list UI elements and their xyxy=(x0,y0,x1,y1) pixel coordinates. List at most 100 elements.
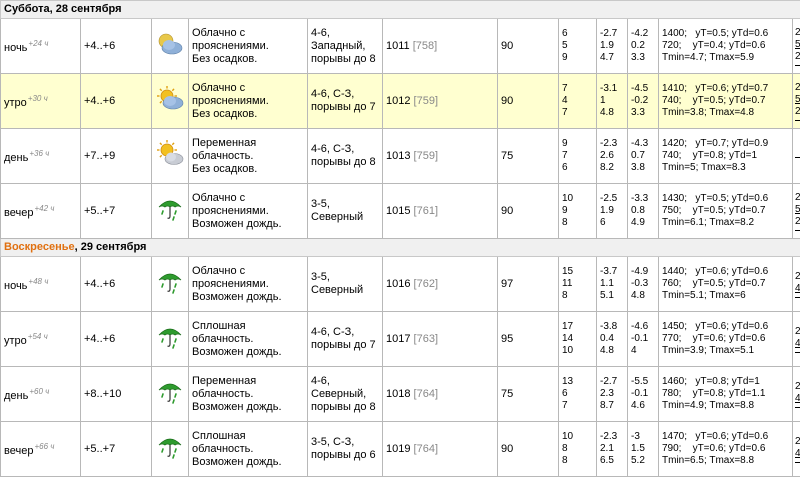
param-cell-c2: -3.80.44.8 xyxy=(597,312,628,367)
value-line: 1460; уT=0.8; уTd=1 xyxy=(662,376,789,388)
day-date: , 29 сентября xyxy=(75,241,147,253)
value-line: прояснениями. xyxy=(192,95,304,108)
param-cell-c1: 1088 xyxy=(559,422,597,477)
value-line: 790; уT=0.6; уTd=0.6 xyxy=(662,443,789,455)
param-cell-c5: 2449 xyxy=(793,257,800,312)
value-line: 9 xyxy=(562,205,593,217)
value-line: 3.8 xyxy=(631,162,655,174)
value-line: 1.5 xyxy=(631,443,655,455)
value-line: -0.2 xyxy=(631,95,655,107)
param-cell-c4: 1440; уT=0.6; уTd=0.6760; уT=0.5; уTd=0.… xyxy=(659,257,793,312)
param-cell-c5: 2145 xyxy=(793,367,800,422)
value-line: 13 xyxy=(562,376,593,388)
value-line: прояснениями. xyxy=(192,278,304,291)
param-cell-c1: 1367 xyxy=(559,367,597,422)
time-of-day-cell: утро+54 ч xyxy=(1,312,81,367)
value-line: 49 xyxy=(795,283,800,295)
humidity: 97 xyxy=(501,278,513,290)
humidity-cell: 97 xyxy=(498,257,559,312)
value-line: 5 xyxy=(562,40,593,52)
value-line: 9 xyxy=(562,52,593,64)
value-line: 5.2 xyxy=(631,455,655,467)
forecast-row: утро+54 ч+4..+6Сплошнаяоблачность.Возмож… xyxy=(1,312,800,367)
value-line: 4.8 xyxy=(600,107,624,119)
forecast-offset: +60 ч xyxy=(29,387,49,396)
pressure-value: 1013 xyxy=(386,150,410,162)
param-cell-c4: 1470; уT=0.6; уTd=0.6790; уT=0.6; уTd=0.… xyxy=(659,422,793,477)
param-cell-c4: 1420; уT=0.7; уTd=0.9740; уT=0.8; уTd=1T… xyxy=(659,129,793,184)
value-line: 6.5 xyxy=(600,455,624,467)
value-line: порывы до 8 xyxy=(311,53,379,66)
pressure-cell: 1016 [762] xyxy=(383,257,498,312)
time-of-day-cell: вечер+42 ч xyxy=(1,184,81,239)
value-line: 8 xyxy=(562,455,593,467)
divider-line xyxy=(795,407,800,408)
value-line: 17 xyxy=(562,321,593,333)
value-line: 14 xyxy=(562,333,593,345)
value-line: 8 xyxy=(562,290,593,302)
description-cell: Облачно спрояснениями.Без осадков. xyxy=(189,19,308,74)
forecast-offset: +42 ч xyxy=(34,204,54,213)
time-of-day: ночь xyxy=(4,42,27,54)
pressure-cell: 1011 [758] xyxy=(383,19,498,74)
value-line: 1.1 xyxy=(600,278,624,290)
value-line: 2.3 xyxy=(600,388,624,400)
value-line: Tmin=3.8; Tmax=4.8 xyxy=(662,107,789,119)
param-cell-c1: 747 xyxy=(559,74,597,129)
time-of-day-cell: день+36 ч xyxy=(1,129,81,184)
description-cell: Облачно спрояснениями.Возможен дождь. xyxy=(189,184,308,239)
value-line: 4-6, xyxy=(311,27,379,40)
day-header: Воскресенье, 29 сентября xyxy=(1,239,800,257)
umbrella-rain-icon xyxy=(155,398,185,410)
value-line: 23 xyxy=(795,436,800,448)
param-cell-c3: -31.55.2 xyxy=(628,422,659,477)
value-line: Сплошная xyxy=(192,430,304,443)
value-line: 7 xyxy=(562,83,593,95)
humidity: 90 xyxy=(501,443,513,455)
time-of-day: утро xyxy=(4,335,27,347)
value-line: 53 xyxy=(795,204,800,216)
day-header: Суббота, 28 сентября xyxy=(1,1,800,19)
value-line: 770; уT=0.6; уTd=0.6 xyxy=(662,333,789,345)
value-line: 3-5, С-З, xyxy=(311,436,379,449)
value-line: 1.9 xyxy=(600,40,624,52)
param-cell-c4: 1410; уT=0.6; уTd=0.7740; уT=0.5; уTd=0.… xyxy=(659,74,793,129)
value-line: Переменная xyxy=(192,375,304,388)
pressure-cell: 1015 [761] xyxy=(383,184,498,239)
weather-icon-cell xyxy=(152,312,189,367)
weather-icon-cell xyxy=(152,422,189,477)
wind-cell: 4-6, С-З,порывы до 7 xyxy=(308,312,383,367)
pressure-value: 1015 xyxy=(386,205,410,217)
value-line: 45 xyxy=(795,393,800,405)
forecast-table: Суббота, 28 сентябряночь+24 ч+4..+6Облач… xyxy=(0,0,800,477)
value-line: Облачно с xyxy=(192,82,304,95)
value-line: 10 xyxy=(562,431,593,443)
value-line: 9 xyxy=(562,138,593,150)
time-of-day-cell: ночь+48 ч xyxy=(1,257,81,312)
divider-line xyxy=(795,352,800,353)
value-line: 20 xyxy=(795,216,800,228)
description-cell: Сплошнаяоблачность.Возможен дождь. xyxy=(189,422,308,477)
wind-cell: 3-5,Северный xyxy=(308,184,383,239)
value-line: -3.3 xyxy=(631,193,655,205)
forecast-offset: +66 ч xyxy=(34,442,54,451)
value-line: 20 xyxy=(795,106,800,118)
param-cell-c5: 2347 xyxy=(793,422,800,477)
value-line: 8 xyxy=(562,217,593,229)
day-date: , 28 сентября xyxy=(50,3,122,15)
description-cell: Переменнаяоблачность.Возможен дождь. xyxy=(189,367,308,422)
pressure-aux: [759] xyxy=(414,95,438,107)
value-line: 760; уT=0.5; уTd=0.7 xyxy=(662,278,789,290)
humidity: 90 xyxy=(501,95,513,107)
temperature: +4..+6 xyxy=(84,333,115,345)
value-line: -0.3 xyxy=(631,278,655,290)
sun-behind-clouds-icon xyxy=(155,160,185,172)
pressure-aux: [758] xyxy=(413,40,437,52)
param-cell-c4: 1450; уT=0.6; уTd=0.6770; уT=0.6; уTd=0.… xyxy=(659,312,793,367)
humidity-cell: 90 xyxy=(498,184,559,239)
day-header-cell: Суббота, 28 сентября xyxy=(1,1,800,19)
value-line: 10 xyxy=(562,345,593,357)
param-cell-c5: 2347 xyxy=(793,312,800,367)
value-line: 54 xyxy=(795,94,800,106)
value-line: 780; уT=0.8; уTd=1.1 xyxy=(662,388,789,400)
